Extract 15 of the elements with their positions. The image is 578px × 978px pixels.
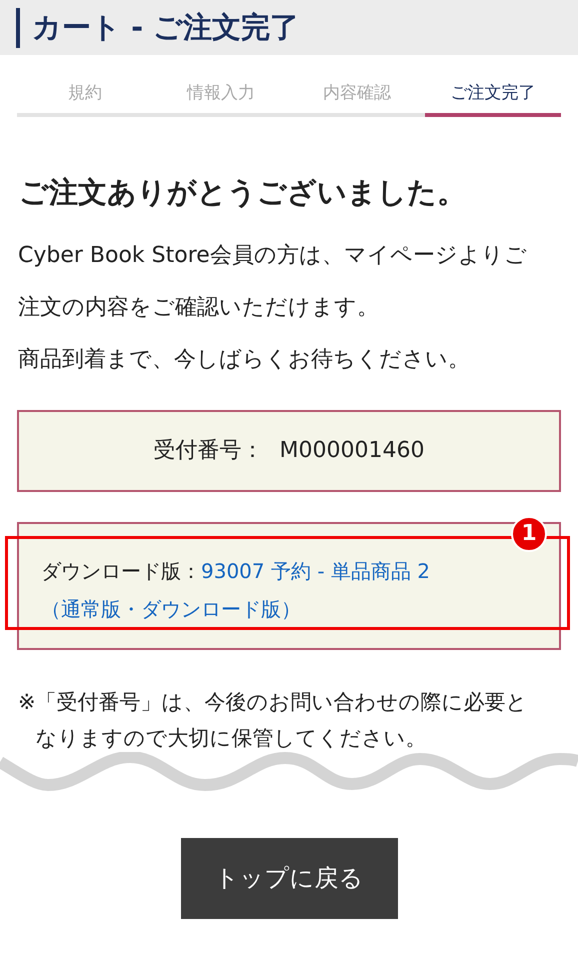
note-text: 「受付番号」は、今後のお問い合わせの際に必要となりますので大切に保管してください。: [36, 688, 529, 752]
step-number-badge: 1: [511, 516, 547, 552]
order-number-label: 受付番号：: [154, 437, 264, 466]
title-bar-icon: [16, 8, 20, 48]
note-mark: ※: [18, 688, 36, 716]
thank-you-heading: ご注文ありがとうございました。: [19, 174, 467, 210]
message-text: Cyber Book Store会員の方は、マイページよりご注文の内容をご確認いただけます。: [18, 242, 528, 322]
message-text: 商品到着まで、今しばらくお待ちください。: [18, 346, 471, 374]
download-label: ダウンロード版：: [41, 558, 201, 583]
page-title: カート - ご注文完了: [32, 13, 300, 42]
back-to-top-button[interactable]: トップに戻る: [180, 838, 398, 919]
order-number-value: M000001460: [280, 437, 424, 466]
product-link[interactable]: （通常版・ダウンロード版）: [41, 590, 301, 628]
product-link[interactable]: 93007 予約 - 単品商品 2: [201, 558, 430, 583]
step-tab[interactable]: ご注文完了: [425, 81, 561, 116]
